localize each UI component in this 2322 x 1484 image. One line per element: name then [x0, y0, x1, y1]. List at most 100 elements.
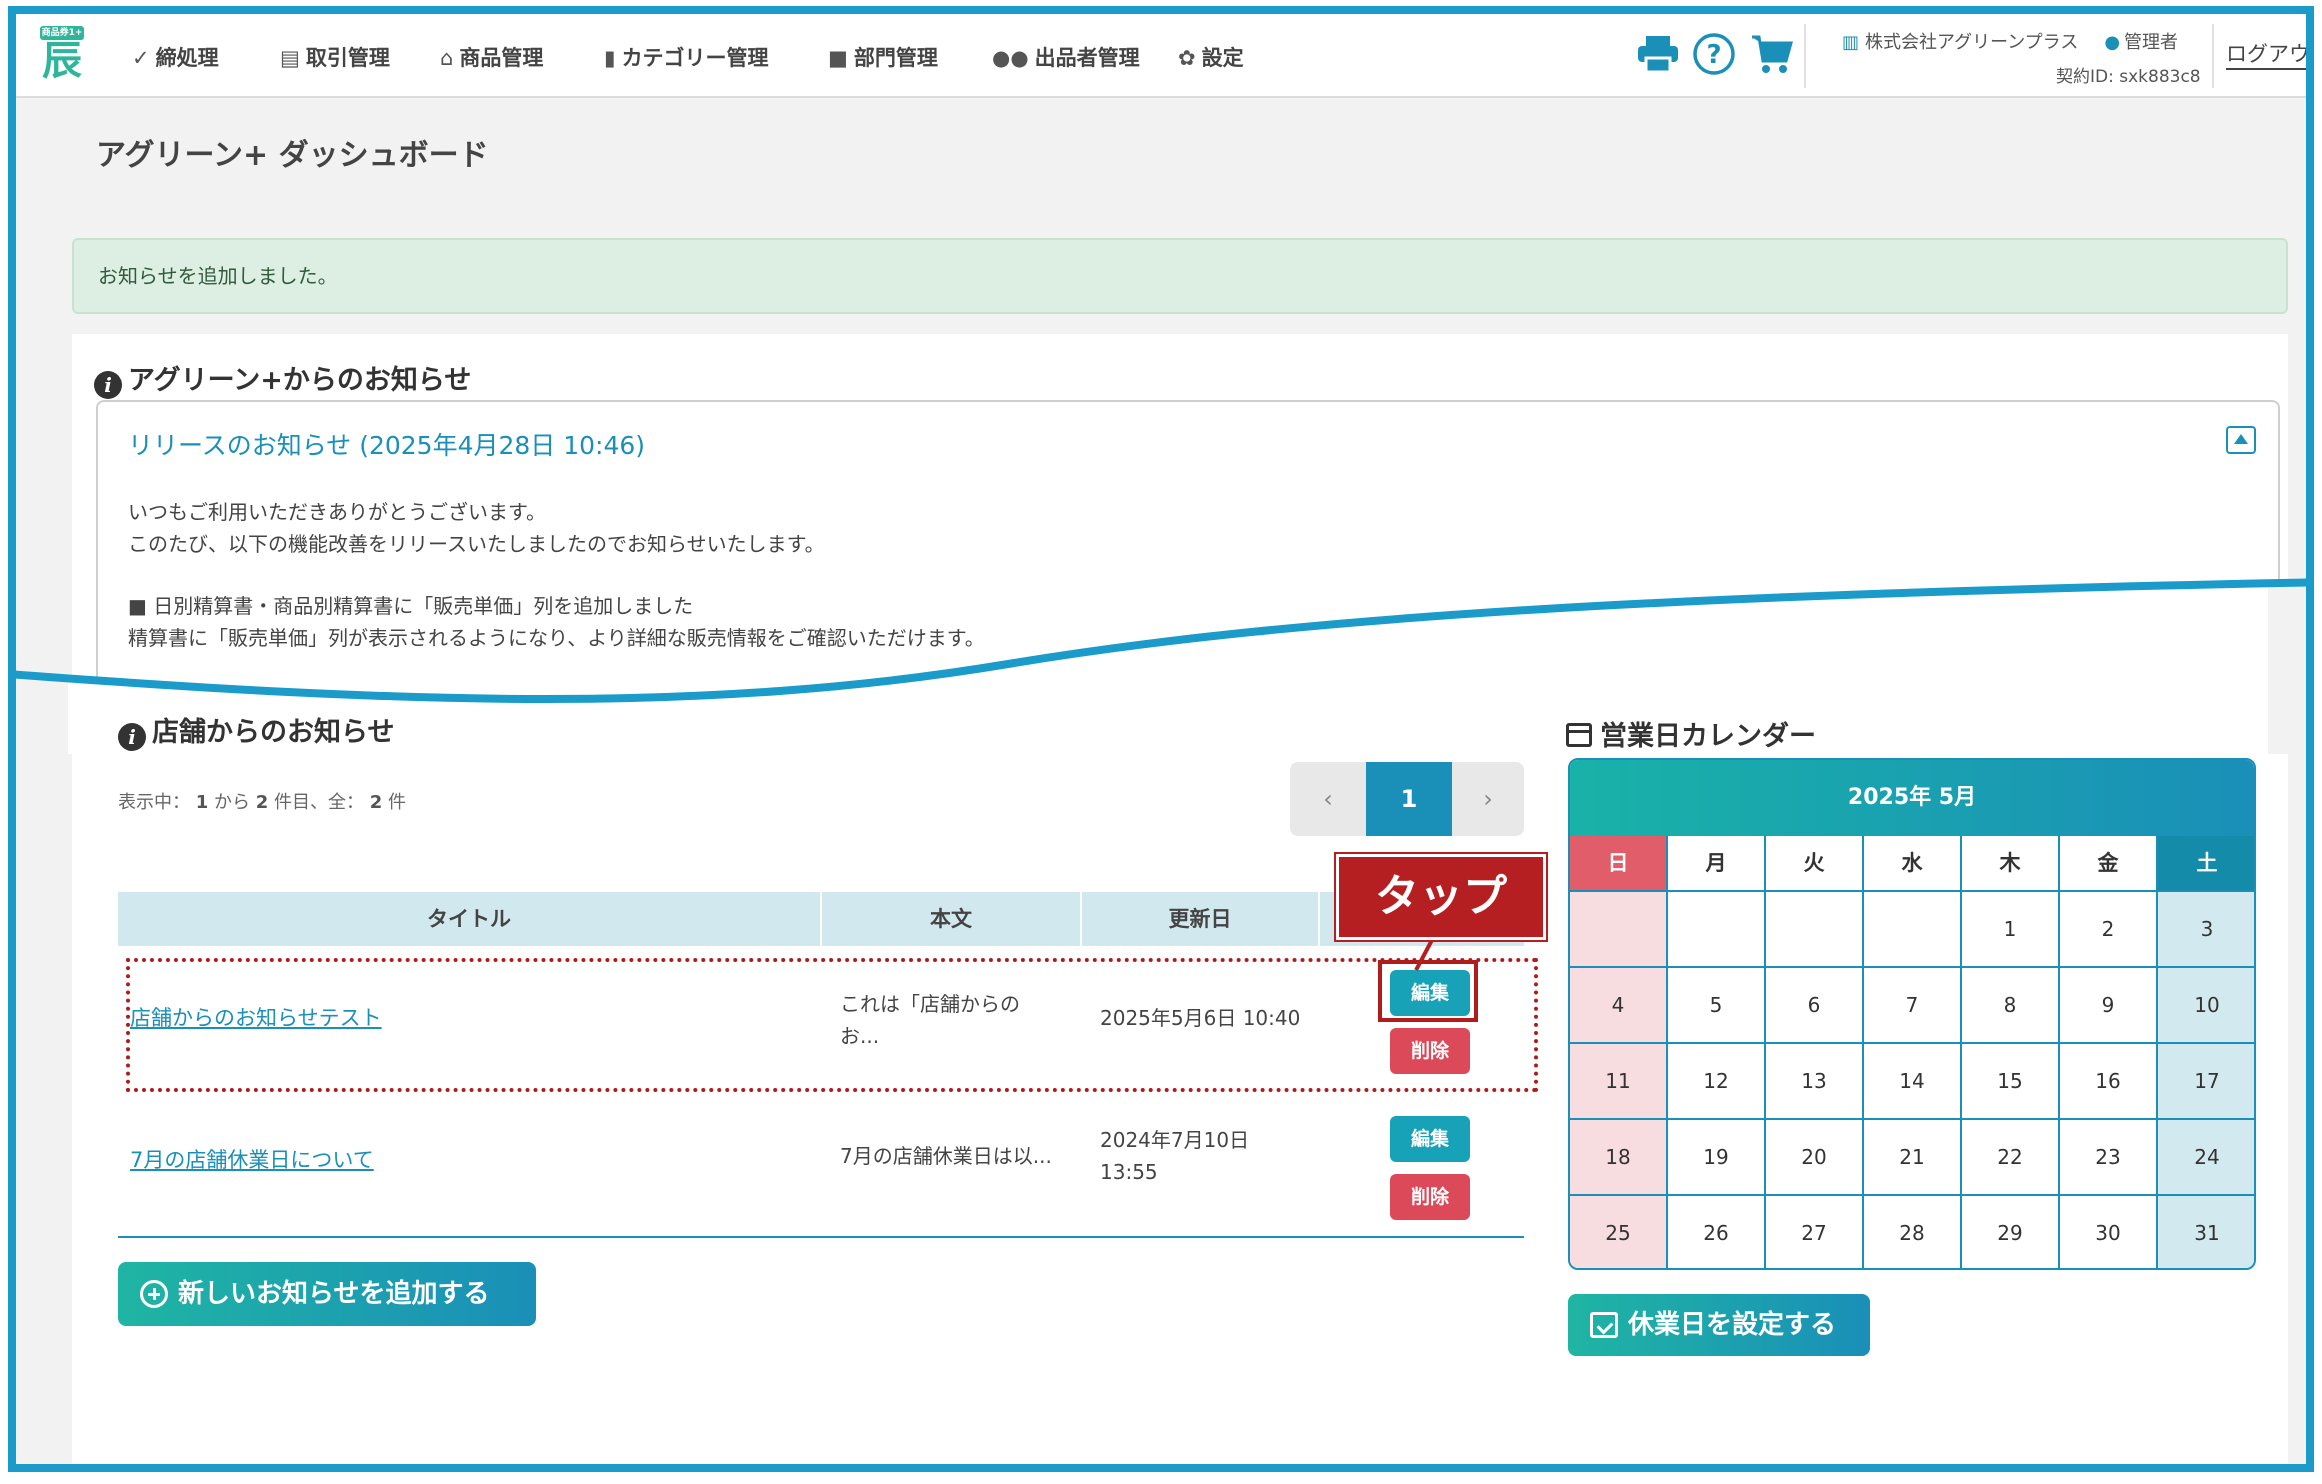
list-icon: ▤ [280, 46, 300, 70]
highlight-edit-annotation [1378, 960, 1478, 1022]
calendar-day [1668, 892, 1766, 968]
nav-sellers[interactable]: ●● 出品者管理 [992, 42, 1140, 72]
calendar-day[interactable]: 8 [1962, 968, 2060, 1044]
calendar-day[interactable]: 4 [1570, 968, 1668, 1044]
cart-icon[interactable] [1746, 28, 1798, 80]
calendar-day [1864, 892, 1962, 968]
users-icon: ●● [992, 46, 1029, 70]
info-icon: i [94, 371, 122, 399]
gear-icon: ✿ [1178, 46, 1196, 70]
folder-icon: ■ [828, 46, 848, 70]
nav-categories[interactable]: ▮ カテゴリー管理 [604, 42, 769, 72]
calendar-day[interactable]: 25 [1570, 1196, 1668, 1268]
calendar-day[interactable]: 6 [1766, 968, 1864, 1044]
calendar-day[interactable]: 9 [2060, 968, 2158, 1044]
calendar-check-icon [1590, 1312, 1618, 1338]
store-notices-heading: i 店舗からのお知らせ [118, 710, 394, 751]
table-bottom-border [118, 1236, 1524, 1238]
release-line: いつもご利用いただきありがとうございます。 [128, 500, 546, 524]
nav-transactions[interactable]: ▤ 取引管理 [280, 42, 390, 72]
calendar-day[interactable]: 31 [2158, 1196, 2254, 1268]
agreen-notices-heading: i アグリーン+からのお知らせ [94, 358, 471, 399]
calendar-day[interactable]: 16 [2060, 1044, 2158, 1120]
app-logo[interactable]: 商品券1+ 辰 [34, 26, 90, 84]
delete-button[interactable]: 削除 [1390, 1174, 1470, 1220]
notice-body: 7月の店舗休業日は以... [840, 1144, 1052, 1168]
calendar-day[interactable]: 20 [1766, 1120, 1864, 1196]
calendar-icon [1566, 723, 1592, 747]
business-day-calendar: 2025年 5月 日月火水木金土 1 2 3 4 5 6 7 8 9 10 11 12 13 14 15 16 1… [1568, 758, 2256, 1270]
nav-settings[interactable]: ✿ 設定 [1178, 42, 1244, 72]
calendar-day[interactable]: 2 [2060, 892, 2158, 968]
calendar-day[interactable]: 28 [1864, 1196, 1962, 1268]
success-alert: お知らせを追加しました。 [72, 238, 2288, 314]
set-holidays-button[interactable]: 休業日を設定する [1568, 1294, 1870, 1356]
calendar-day[interactable]: 17 [2158, 1044, 2254, 1120]
nav-closing[interactable]: ✓ 締処理 [132, 42, 219, 72]
account-info: ▥ 株式会社アグリーンプラス ● 管理者 [1842, 28, 2178, 54]
calendar-day[interactable]: 3 [2158, 892, 2254, 968]
calendar-day[interactable]: 12 [1668, 1044, 1766, 1120]
calendar-day[interactable]: 15 [1962, 1044, 2060, 1120]
pagination: ‹ 1 › [1290, 762, 1524, 836]
store-icon: ▥ [1842, 32, 1860, 53]
calendar-day[interactable]: 5 [1668, 968, 1766, 1044]
notice-updated: 2024年7月10日 13:55 [1100, 1128, 1250, 1184]
calendar-day[interactable]: 27 [1766, 1196, 1864, 1268]
screenshot-frame: 商品券1+ 辰 ✓ 締処理 ▤ 取引管理 ⌂ 商品管理 ▮ カテゴリー管理 ■ 部門管理 … [8, 6, 2314, 1472]
collapse-button[interactable] [2226, 426, 2256, 454]
logout-link[interactable]: ログアウ [2226, 38, 2306, 70]
tap-callout: タップ [1336, 854, 1546, 940]
calendar-day[interactable]: 24 [2158, 1120, 2254, 1196]
pagination-next[interactable]: › [1452, 762, 1524, 836]
logo-glyph: 辰 [42, 38, 82, 84]
notice-title-link[interactable]: 7月の店舗休業日について [130, 1144, 374, 1174]
calendar-heading: 営業日カレンダー [1566, 714, 1816, 753]
header-divider [2212, 24, 2214, 88]
calendar-day[interactable]: 11 [1570, 1044, 1668, 1120]
column-header-body: 本文 [822, 892, 1082, 946]
check-circle-icon: ✓ [132, 46, 150, 70]
company-name: 株式会社アグリーンプラス [1865, 32, 2079, 53]
calendar-day[interactable]: 10 [2158, 968, 2254, 1044]
help-icon[interactable]: ? [1688, 28, 1740, 80]
svg-text:?: ? [1706, 40, 1721, 70]
calendar-day[interactable]: 13 [1766, 1044, 1864, 1120]
calendar-day [1766, 892, 1864, 968]
nav-products[interactable]: ⌂ 商品管理 [440, 42, 543, 72]
release-notice-title[interactable]: リリースのお知らせ (2025年4月28日 10:46) [128, 426, 645, 462]
page-title: アグリーン+ ダッシュボード [96, 138, 489, 173]
bookmark-icon: ▮ [604, 46, 616, 70]
calendar-weekday: 土 [2158, 836, 2254, 892]
release-line: このたび、以下の機能改善をリリースいたしましたのでお知らせいたします。 [128, 532, 825, 556]
calendar-day[interactable]: 30 [2060, 1196, 2158, 1268]
calendar-day[interactable]: 21 [1864, 1120, 1962, 1196]
edit-button[interactable]: 編集 [1390, 1116, 1470, 1162]
plus-circle-icon [140, 1280, 168, 1308]
calendar-weekday: 火 [1766, 836, 1864, 892]
basket-icon: ⌂ [440, 46, 454, 70]
calendar-day[interactable]: 29 [1962, 1196, 2060, 1268]
calendar-day[interactable]: 22 [1962, 1120, 2060, 1196]
highlight-row-annotation [126, 958, 1538, 1092]
calendar-day[interactable]: 1 [1962, 892, 2060, 968]
calendar-day[interactable]: 7 [1864, 968, 1962, 1044]
pagination-prev[interactable]: ‹ [1290, 762, 1366, 836]
calendar-day[interactable]: 19 [1668, 1120, 1766, 1196]
column-header-title: タイトル [118, 892, 822, 946]
calendar-day[interactable]: 14 [1864, 1044, 1962, 1120]
calendar-weekday: 日 [1570, 836, 1668, 892]
nav-departments[interactable]: ■ 部門管理 [828, 42, 938, 72]
header-divider [1804, 24, 1806, 88]
top-navigation-bar: 商品券1+ 辰 ✓ 締処理 ▤ 取引管理 ⌂ 商品管理 ▮ カテゴリー管理 ■ 部門管理 … [16, 14, 2306, 98]
calendar-day [1570, 892, 1668, 968]
calendar-weekday: 月 [1668, 836, 1766, 892]
calendar-day[interactable]: 23 [2060, 1120, 2158, 1196]
user-icon: ● [2104, 32, 2121, 53]
calendar-day[interactable]: 18 [1570, 1120, 1668, 1196]
add-notice-button[interactable]: 新しいお知らせを追加する [118, 1262, 536, 1326]
printer-icon[interactable] [1632, 28, 1684, 80]
calendar-day[interactable]: 26 [1668, 1196, 1766, 1268]
pagination-page[interactable]: 1 [1366, 762, 1452, 836]
calendar-weekday: 金 [2060, 836, 2158, 892]
